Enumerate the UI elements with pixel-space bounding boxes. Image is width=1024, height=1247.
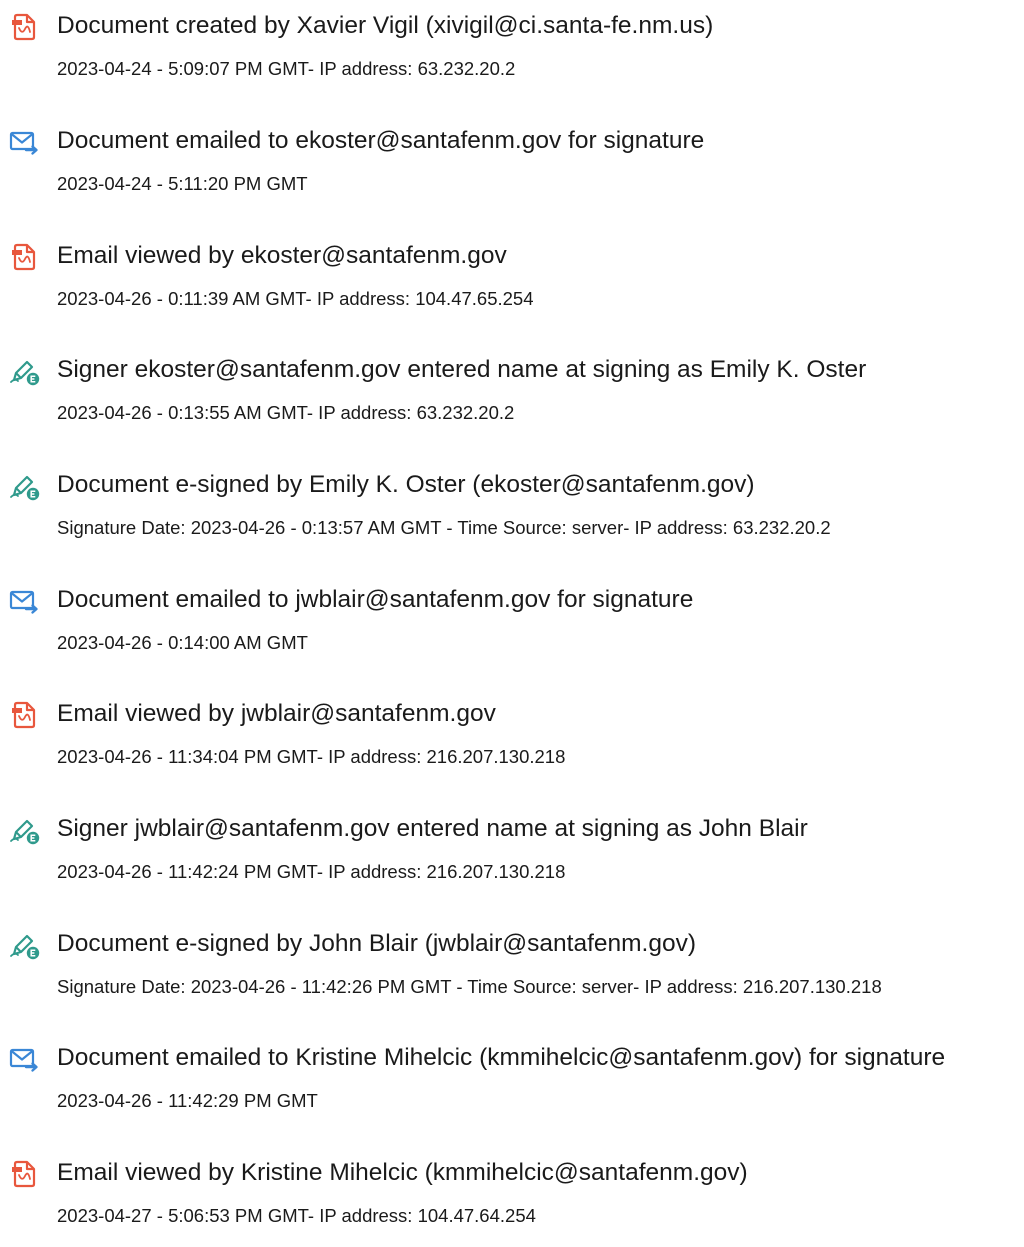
event-title: Document emailed to Kristine Mihelcic (k… (57, 1044, 946, 1071)
event-title: Document emailed to ekoster@santafenm.go… (57, 127, 705, 154)
email-sent-icon (8, 585, 40, 617)
audit-event: Document emailed to ekoster@santafenm.go… (0, 115, 1024, 215)
audit-event: Email viewed by Kristine Mihelcic (kmmih… (0, 1147, 1024, 1247)
event-detail: 2023-04-26 - 0:11:39 AM GMT- IP address:… (57, 288, 534, 309)
email-sent-icon (8, 126, 40, 158)
audit-event: Document emailed to Kristine Mihelcic (k… (0, 1032, 1024, 1132)
audit-event: Document created by Xavier Vigil (xivigi… (0, 0, 1024, 100)
e-sign-pen-icon (8, 929, 40, 961)
audit-event: Signer jwblair@santafenm.gov entered nam… (0, 803, 1024, 903)
event-title: Signer jwblair@santafenm.gov entered nam… (57, 815, 808, 842)
event-detail: 2023-04-26 - 11:34:04 PM GMT- IP address… (57, 746, 566, 767)
event-title: Email viewed by jwblair@santafenm.gov (57, 700, 496, 727)
event-detail: 2023-04-26 - 11:42:29 PM GMT (57, 1090, 318, 1111)
event-detail: 2023-04-26 - 0:14:00 AM GMT (57, 632, 308, 653)
document-icon (8, 1158, 40, 1190)
audit-event: Email viewed by ekoster@santafenm.gov 20… (0, 230, 1024, 330)
event-detail: 2023-04-26 - 11:42:24 PM GMT- IP address… (57, 861, 566, 882)
event-detail: Signature Date: 2023-04-26 - 0:13:57 AM … (57, 517, 831, 538)
audit-trail-list: Document created by Xavier Vigil (xivigi… (0, 0, 1024, 1226)
audit-event: Email viewed by jwblair@santafenm.gov 20… (0, 688, 1024, 788)
event-title: Document created by Xavier Vigil (xivigi… (57, 12, 714, 39)
event-title: Email viewed by ekoster@santafenm.gov (57, 242, 507, 269)
audit-event: Document e-signed by John Blair (jwblair… (0, 918, 1024, 1018)
e-sign-pen-icon (8, 814, 40, 846)
event-title: Document emailed to jwblair@santafenm.go… (57, 586, 694, 613)
event-detail: Signature Date: 2023-04-26 - 11:42:26 PM… (57, 976, 882, 997)
audit-event: Document emailed to jwblair@santafenm.go… (0, 574, 1024, 674)
audit-event: Signer ekoster@santafenm.gov entered nam… (0, 344, 1024, 444)
event-detail: 2023-04-24 - 5:09:07 PM GMT- IP address:… (57, 58, 516, 79)
email-sent-icon (8, 1043, 40, 1075)
e-sign-pen-icon (8, 355, 40, 387)
event-title: Signer ekoster@santafenm.gov entered nam… (57, 356, 867, 383)
event-title: Document e-signed by John Blair (jwblair… (57, 930, 697, 957)
event-title: Email viewed by Kristine Mihelcic (kmmih… (57, 1159, 748, 1186)
document-icon (8, 699, 40, 731)
audit-event: Document e-signed by Emily K. Oster (eko… (0, 459, 1024, 559)
event-detail: 2023-04-27 - 5:06:53 PM GMT- IP address:… (57, 1205, 536, 1226)
document-icon (8, 11, 40, 43)
event-detail: 2023-04-24 - 5:11:20 PM GMT (57, 173, 308, 194)
e-sign-pen-icon (8, 470, 40, 502)
event-title: Document e-signed by Emily K. Oster (eko… (57, 471, 755, 498)
event-detail: 2023-04-26 - 0:13:55 AM GMT- IP address:… (57, 402, 515, 423)
document-icon (8, 241, 40, 273)
